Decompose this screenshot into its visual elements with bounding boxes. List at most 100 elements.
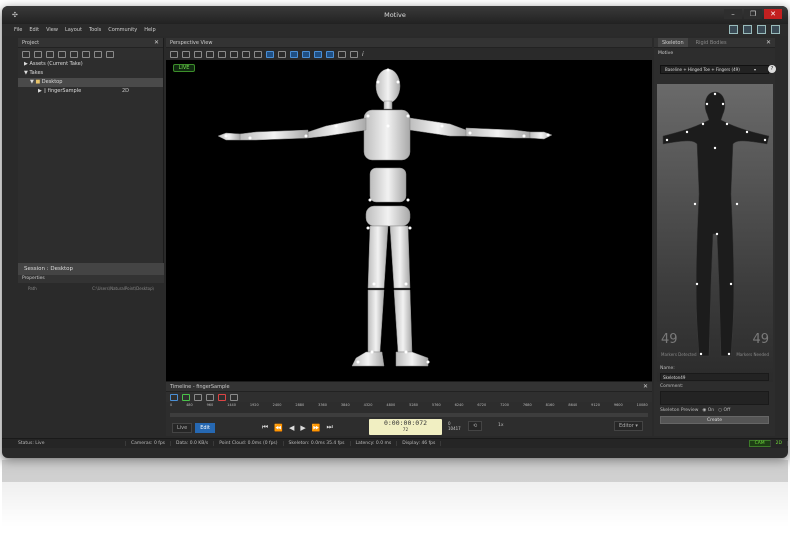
tl-loop-icon[interactable] [230, 393, 238, 401]
ruler-tick: 2400 [272, 403, 282, 407]
tl-pen-icon[interactable] [194, 393, 202, 401]
layout-3-icon[interactable] [757, 25, 766, 34]
menu-edit[interactable]: Edit [29, 27, 39, 33]
display-status: Display: 46 fps [397, 441, 442, 446]
timeline-scrub-bar[interactable] [170, 413, 648, 417]
new-take-icon[interactable] [46, 50, 54, 58]
close-panel-icon[interactable]: ✕ [154, 38, 159, 48]
play-icon[interactable]: ▶ [300, 424, 305, 432]
select-3-icon[interactable] [314, 50, 322, 58]
close-button[interactable]: ✕ [764, 9, 782, 19]
eye-icon[interactable] [350, 50, 358, 58]
view-mode-1-icon[interactable] [266, 50, 274, 58]
tl-delete-icon[interactable] [218, 393, 226, 401]
menu-file[interactable]: File [14, 27, 22, 33]
select-2-icon[interactable] [302, 50, 310, 58]
create-button[interactable]: Create [660, 416, 769, 424]
timeline-ruler[interactable]: 0 480 960 1440 1920 2400 2880 3360 3840 4320 4800 5… [170, 403, 648, 413]
project-toolbar [18, 48, 163, 60]
window-reflection [2, 460, 788, 539]
edit-mode-button[interactable]: Edit [195, 422, 215, 433]
live-mode-button[interactable]: Live [172, 422, 193, 433]
fit-icon[interactable] [338, 50, 346, 58]
close-right-panel-icon[interactable]: ✕ [766, 38, 771, 48]
comment-input[interactable] [660, 391, 769, 405]
cam-badge[interactable]: CAM [748, 440, 771, 447]
tl-mode-1-icon[interactable] [170, 393, 178, 401]
new-session-icon[interactable] [22, 50, 30, 58]
camera-icon[interactable] [182, 50, 190, 58]
take-row[interactable]: ▶ ▯ fingerSample 2D [18, 87, 163, 96]
skip-end-icon[interactable]: ⏭ [326, 423, 332, 432]
step-back-icon[interactable]: ⏪ [274, 424, 283, 432]
left-upper-arm [307, 117, 367, 139]
menu-tools[interactable]: Tools [89, 27, 101, 33]
timecode-value: 0:00:00:072 [383, 419, 428, 427]
editor-dropdown[interactable]: Editor ▾ [614, 421, 643, 431]
preview-off-radio[interactable]: ○ Off [718, 408, 730, 413]
rotate-icon[interactable] [254, 50, 262, 58]
minimize-button[interactable]: – [724, 9, 742, 19]
project-panel: Project ✕ ▶ Assets (Current Take) ▼ Takes… [18, 38, 164, 436]
preset-dropdown[interactable]: Baseline + Hinged Toe + Fingers (49) ▾ ? [660, 65, 776, 74]
layout-4-icon[interactable] [771, 25, 780, 34]
redo-icon[interactable] [230, 50, 238, 58]
step-forward-icon[interactable]: ⏩ [312, 424, 321, 432]
snapshot-icon[interactable] [194, 50, 202, 58]
maximize-button[interactable]: ❐ [744, 9, 762, 19]
menu-help[interactable]: Help [144, 27, 155, 33]
menu-community[interactable]: Community [108, 27, 137, 33]
layout-1-icon[interactable] [729, 25, 738, 34]
reconstruct-icon[interactable] [94, 50, 102, 58]
translate-icon[interactable] [242, 50, 250, 58]
take-2d-badge: 2D [122, 88, 130, 94]
menu-bar: File Edit View Layout Tools Community He… [2, 24, 788, 36]
skeleton-preview[interactable]: 49 Markers Detected 49 Markers Needed [657, 84, 773, 382]
tab-rigid-bodies[interactable]: Rigid Bodies [696, 38, 727, 47]
cut-icon[interactable] [206, 50, 214, 58]
view-mode-2-icon[interactable] [278, 50, 286, 58]
open-session-icon[interactable] [34, 50, 42, 58]
right-upper-arm [409, 117, 467, 137]
tl-mode-2-icon[interactable] [182, 393, 190, 401]
comment-label: Comment: [660, 384, 684, 389]
layout-2-icon[interactable] [743, 25, 752, 34]
export-icon[interactable] [82, 50, 90, 58]
skip-start-icon[interactable]: ⏮ [262, 423, 268, 432]
menu-view[interactable]: View [46, 27, 58, 33]
speed-select[interactable]: 1x [498, 423, 504, 428]
takes-node[interactable]: ▼ Takes [18, 69, 163, 78]
properties-tab[interactable]: Properties [18, 275, 164, 283]
label-icon[interactable] [106, 50, 114, 58]
undo-icon[interactable] [218, 50, 226, 58]
select-4-icon[interactable] [326, 50, 334, 58]
select-1-icon[interactable] [290, 50, 298, 58]
name-input[interactable]: Skeleton49 [660, 373, 769, 381]
desktop-node[interactable]: ▼ ■ Desktop [18, 78, 163, 87]
abdomen-shape [369, 167, 407, 203]
frame-range: 0 10417 [448, 421, 461, 431]
tab-skeleton[interactable]: Skeleton [658, 38, 688, 47]
tl-fill-icon[interactable] [206, 393, 214, 401]
2d-badge[interactable]: 2D [771, 441, 788, 446]
session-panel: Session : Desktop Properties Path C:\User… [18, 263, 164, 436]
ruler-tick: 3360 [318, 403, 328, 407]
menu-layout[interactable]: Layout [65, 27, 82, 33]
right-thigh [389, 225, 411, 289]
timeline-panel: Timeline - fingerSample ✕ 0 480 960 1440 1920… [166, 381, 652, 436]
info-icon[interactable]: i [362, 51, 364, 58]
preview-on-radio[interactable]: ◉ On [702, 408, 714, 413]
ruler-tick: 10080 [636, 403, 648, 407]
3d-viewport[interactable]: LIVE [166, 60, 652, 381]
name-label: Name: [660, 366, 675, 371]
help-icon[interactable]: ? [768, 65, 776, 73]
assets-node[interactable]: ▶ Assets (Current Take) [18, 60, 163, 69]
status-bar: Status: Live Cameras: 0 fps Data: 0.0 KB… [2, 438, 788, 448]
close-timeline-icon[interactable]: ✕ [643, 382, 648, 392]
add-take-icon[interactable] [58, 50, 66, 58]
import-icon[interactable] [70, 50, 78, 58]
grid-icon[interactable] [170, 50, 178, 58]
app-logo-icon: ✣ [12, 11, 18, 19]
play-reverse-icon[interactable]: ◀ [289, 424, 294, 432]
loop-toggle-icon[interactable]: ⟲ [468, 421, 483, 431]
